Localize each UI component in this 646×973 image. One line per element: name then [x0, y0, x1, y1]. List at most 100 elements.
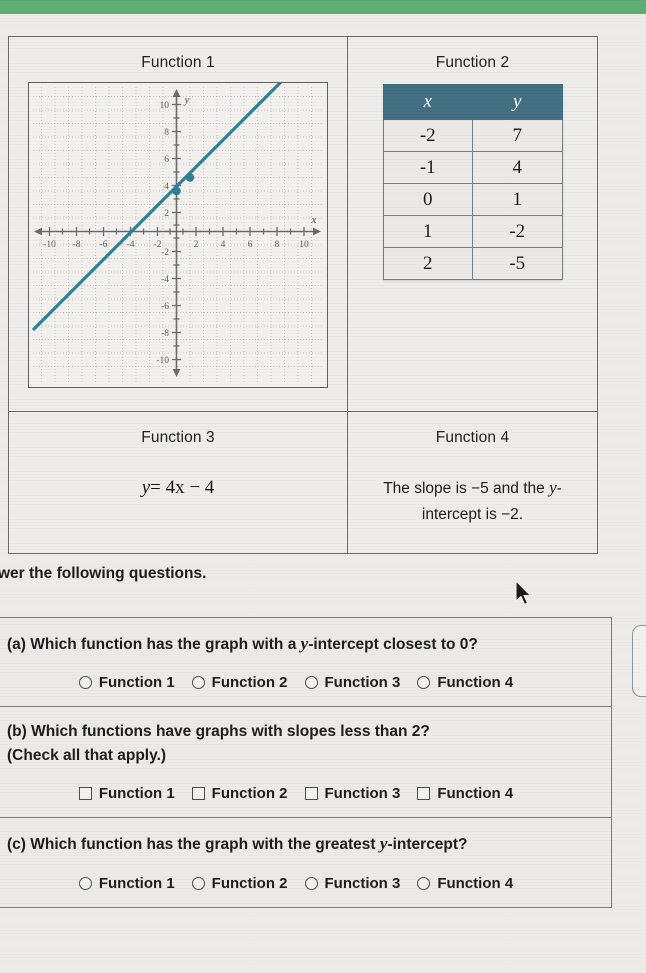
- option-function-2[interactable]: Function 2: [191, 674, 288, 692]
- svg-text:2: 2: [164, 209, 169, 219]
- function-4-line-1: The slope is −5 and the: [383, 480, 545, 497]
- option-function-2[interactable]: Function 2: [191, 785, 288, 803]
- function-4-variable-y: y: [549, 478, 557, 497]
- question-b-text: (b) Which functions have graphs with slo…: [0, 720, 611, 744]
- question-a-part-2: -intercept closest to 0?: [308, 636, 478, 653]
- option-function-1[interactable]: Function 1: [78, 674, 175, 692]
- side-action-button[interactable]: [632, 625, 646, 697]
- question-b-part-1: (b) Which functions have graphs with slo…: [7, 723, 430, 741]
- mouse-cursor-icon: [515, 580, 532, 606]
- svg-text:-4: -4: [161, 275, 169, 285]
- radio-button-icon[interactable]: [191, 876, 205, 890]
- plot-point-0-3: [172, 186, 181, 196]
- svg-text:-8: -8: [161, 329, 169, 339]
- option-function-1[interactable]: Function 1: [78, 874, 175, 892]
- checkbox-icon[interactable]: [191, 787, 205, 801]
- option-label: Function 1: [98, 874, 175, 892]
- question-a-part-1: (a) Which function has the graph with a: [7, 636, 301, 653]
- cell-x: 1: [382, 215, 473, 248]
- svg-text:-10: -10: [43, 240, 56, 250]
- svg-text:8: 8: [275, 240, 280, 250]
- option-label: Function 2: [211, 785, 288, 803]
- radio-button-icon[interactable]: [191, 676, 205, 690]
- cell-x: -2: [382, 119, 473, 152]
- option-function-1[interactable]: Function 1: [78, 785, 175, 803]
- function-4-description: The slope is −5 and the y-intercept is −…: [365, 474, 580, 528]
- svg-text:-2: -2: [161, 248, 169, 258]
- cell-y: 4: [472, 151, 563, 184]
- question-c-text: (c) Which function has the graph with th…: [0, 831, 611, 857]
- equation-body: = 4x − 4: [150, 477, 215, 498]
- cell-x: 0: [382, 183, 473, 216]
- option-function-4[interactable]: Function 4: [417, 674, 513, 691]
- svg-text:8: 8: [164, 128, 169, 138]
- option-function-2[interactable]: Function 2: [191, 874, 288, 892]
- x-axis-label: x: [311, 214, 317, 226]
- table-row: -2 7: [382, 119, 563, 152]
- checkbox-icon[interactable]: [417, 787, 431, 801]
- table-row: 0 1: [382, 183, 563, 216]
- svg-text:-10: -10: [156, 356, 169, 366]
- function-1-cell: Function 1 -10 -8 -6 -4 -2 2 4 6 8 10 10…: [9, 37, 348, 412]
- function-2-title: Function 2: [435, 54, 510, 71]
- question-a-options: Function 1 Function 2 Function 3 Functio…: [0, 674, 611, 691]
- cell-y: 7: [472, 119, 563, 152]
- function-1-title: Function 1: [141, 54, 215, 71]
- option-label: Function 1: [98, 674, 175, 692]
- cell-y: 1: [472, 183, 563, 216]
- svg-text:-4: -4: [127, 240, 135, 250]
- option-function-3[interactable]: Function 3: [304, 674, 400, 691]
- option-label: Function 2: [211, 874, 288, 892]
- question-c-part-1: (c) Which function has the graph with th…: [7, 836, 380, 854]
- functions-comparison-table: Function 1 -10 -8 -6 -4 -2 2 4 6 8 10 10…: [8, 36, 598, 554]
- table-header-row: x y: [382, 84, 563, 120]
- cell-x: -1: [382, 151, 473, 184]
- function-3-equation: y= 4x − 4: [142, 477, 215, 499]
- checkbox-icon[interactable]: [304, 787, 318, 801]
- cell-x: 2: [382, 247, 473, 280]
- instruction-text: wer the following questions.: [0, 565, 207, 582]
- column-header-y: y: [472, 84, 563, 120]
- radio-button-icon[interactable]: [78, 876, 92, 890]
- page-root: Function 1 -10 -8 -6 -4 -2 2 4 6 8 10 10…: [0, 0, 646, 973]
- option-function-4[interactable]: Function 4: [417, 875, 513, 892]
- question-c-options: Function 1 Function 2 Function 3 Functio…: [0, 875, 611, 892]
- svg-text:6: 6: [164, 155, 169, 165]
- equation-variable-y: y: [141, 477, 151, 498]
- option-function-3[interactable]: Function 3: [304, 785, 400, 802]
- function-2-cell: Function 2 x y -2 7 -1 4 0 1 1 -2 2 -5: [348, 37, 597, 412]
- table-row: -1 4: [382, 151, 563, 184]
- question-b-sublabel: (Check all that apply.): [7, 747, 167, 765]
- function-3-title: Function 3: [141, 429, 215, 446]
- svg-text:-6: -6: [161, 302, 169, 312]
- radio-button-icon[interactable]: [417, 676, 431, 690]
- question-a: (a) Which function has the graph with a …: [0, 618, 611, 708]
- option-label: Function 3: [324, 874, 401, 892]
- column-header-x: x: [382, 84, 473, 120]
- y-axis-label: y: [184, 94, 190, 106]
- svg-text:10: 10: [299, 240, 309, 250]
- cell-y: -5: [472, 247, 563, 280]
- questions-panel: (a) Which function has the graph with a …: [0, 617, 612, 908]
- question-b-options: Function 1 Function 2 Function 3 Functio…: [0, 785, 611, 802]
- radio-button-icon[interactable]: [304, 676, 318, 690]
- checkbox-icon[interactable]: [78, 787, 92, 801]
- function-2-xy-table: x y -2 7 -1 4 0 1 1 -2 2 -5: [382, 84, 563, 280]
- function-3-cell: Function 3 y= 4x − 4: [9, 412, 348, 553]
- option-function-4[interactable]: Function 4: [417, 785, 513, 802]
- svg-text:-6: -6: [100, 240, 108, 250]
- option-function-3[interactable]: Function 3: [304, 874, 401, 892]
- question-c-part-2: -intercept?: [387, 836, 468, 854]
- option-label: Function 2: [211, 674, 288, 692]
- function-1-graph: -10 -8 -6 -4 -2 2 4 6 8 10 10 8 6 4 2 -2…: [28, 82, 328, 388]
- radio-button-icon[interactable]: [304, 876, 318, 890]
- radio-button-icon[interactable]: [417, 876, 431, 890]
- table-row: 1 -2: [382, 215, 563, 248]
- question-a-text: (a) Which function has the graph with a …: [0, 631, 611, 657]
- option-label: Function 1: [98, 785, 175, 803]
- question-b: (b) Which functions have graphs with slo…: [0, 707, 611, 819]
- plot-point-1-4: [185, 173, 195, 182]
- radio-button-icon[interactable]: [78, 676, 92, 690]
- cell-y: -2: [472, 215, 563, 248]
- function-4-title: Function 4: [435, 429, 510, 446]
